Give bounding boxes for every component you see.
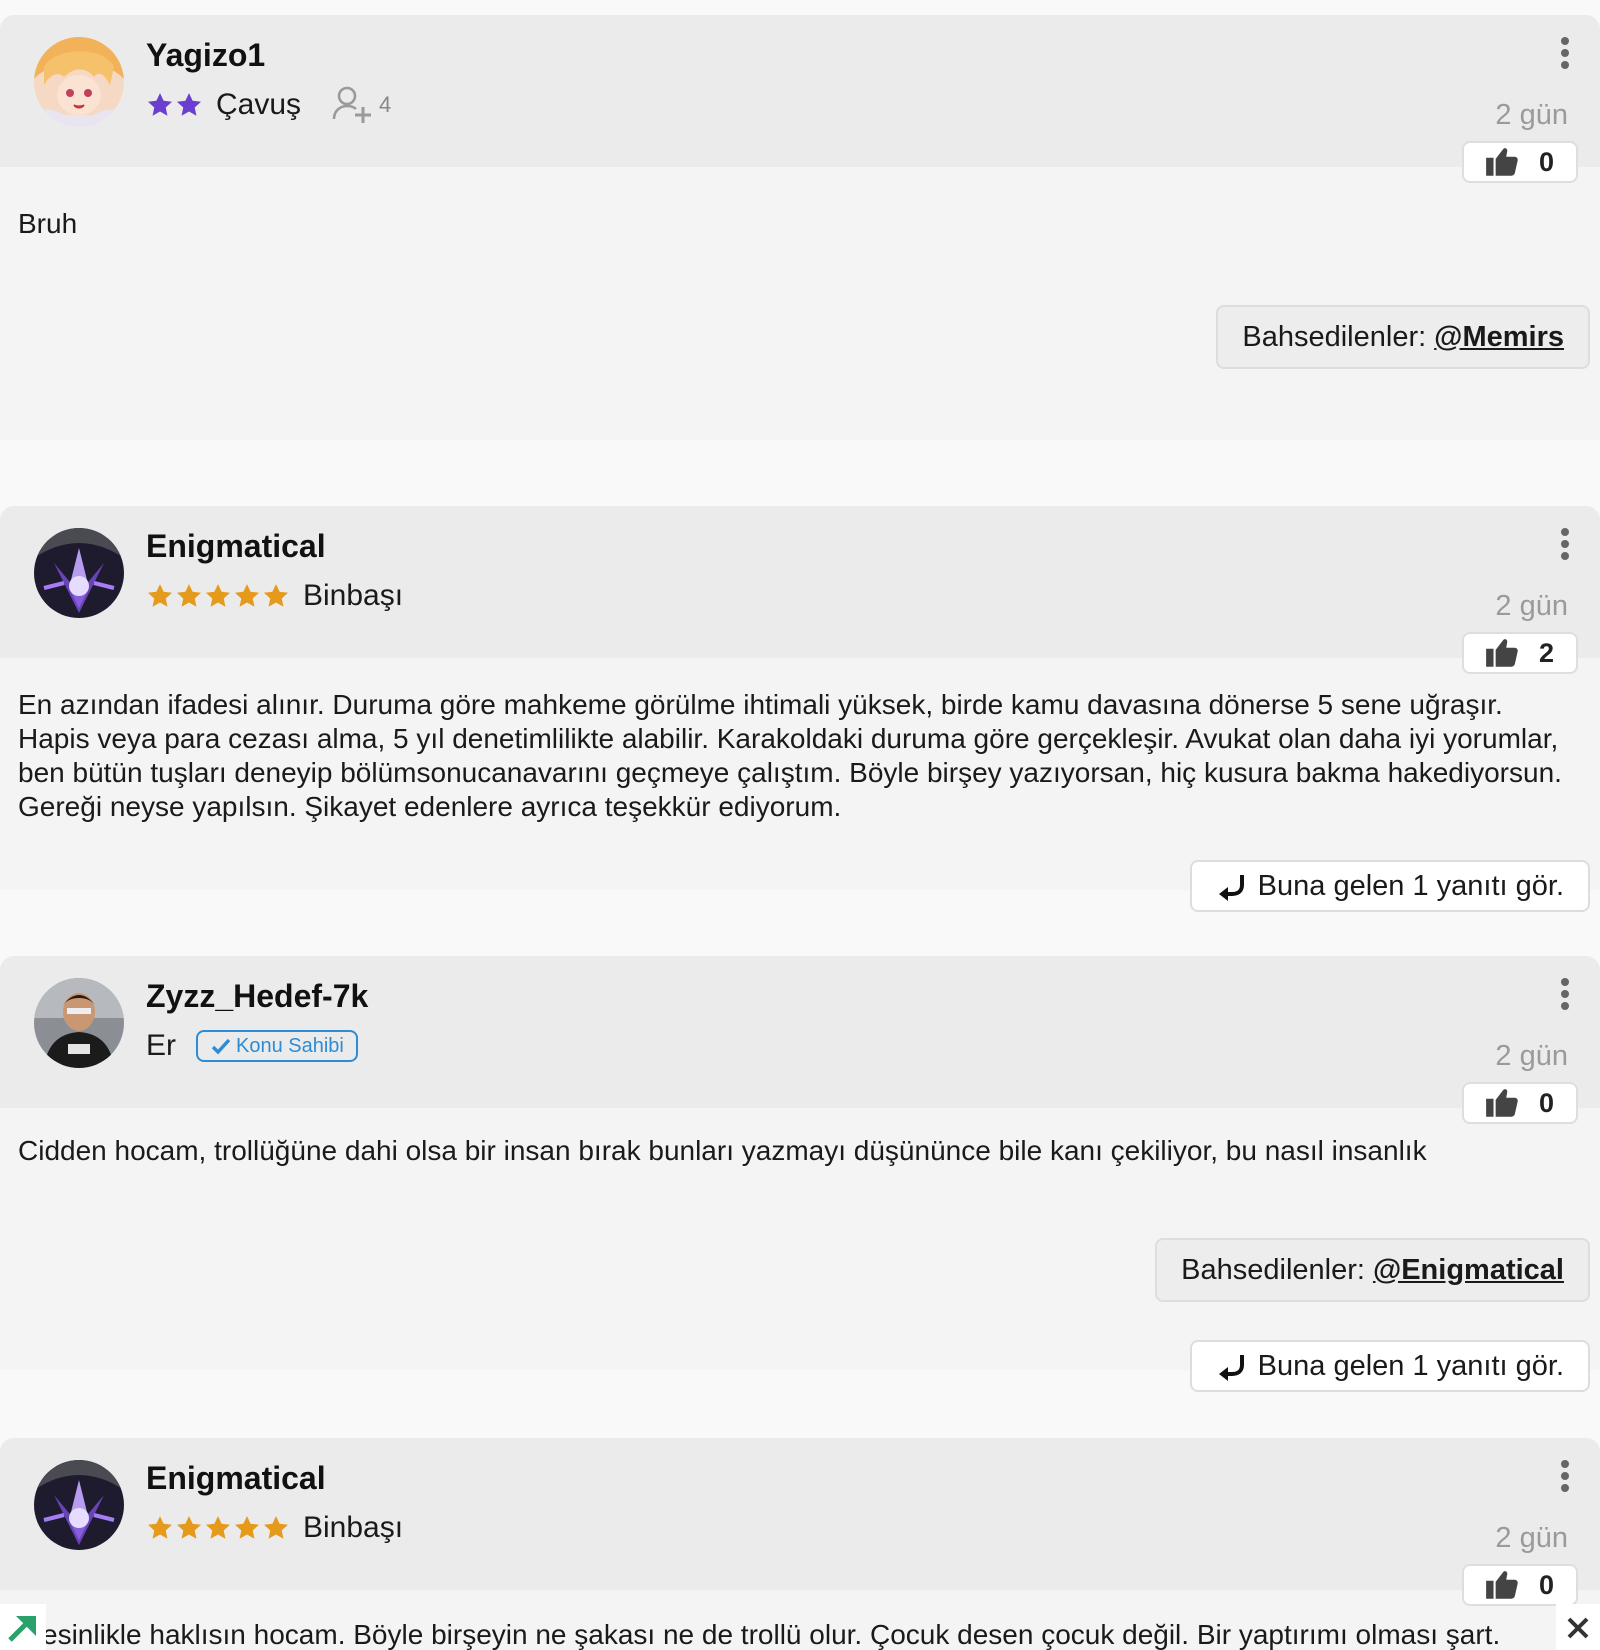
star-icon bbox=[176, 93, 202, 116]
star-icon bbox=[147, 584, 173, 607]
add-user-icon bbox=[332, 86, 372, 123]
username[interactable]: Yagizo1 bbox=[146, 37, 265, 74]
comment-text: Cidden hocam, trollüğüne dahi olsa bir i… bbox=[18, 1135, 1427, 1166]
star-icon bbox=[147, 93, 173, 116]
comment-header: Enigmatical Binbaşı 2 gün 0 bbox=[0, 1438, 1600, 1606]
reply-arrow-icon bbox=[1218, 875, 1244, 901]
timestamp: 2 gün bbox=[1495, 1040, 1568, 1072]
mentions-box: Bahsedilenler: @Memirs bbox=[1216, 305, 1590, 369]
topic-owner-badge: Konu Sahibi bbox=[196, 1030, 358, 1062]
rank-label: Çavuş bbox=[216, 88, 302, 121]
mentions-box: Bahsedilenler: @Enigmatical bbox=[1155, 1238, 1590, 1302]
comment-text: Bruh bbox=[18, 208, 78, 239]
thumbs-up-icon bbox=[1486, 1571, 1518, 1599]
more-options-icon[interactable] bbox=[1550, 1458, 1580, 1498]
star-icon bbox=[234, 1516, 260, 1539]
badge-label: Konu Sahibi bbox=[236, 1034, 344, 1057]
star-icon bbox=[263, 1516, 289, 1539]
follow-count: 4 bbox=[379, 92, 392, 117]
comment-text: En azından ifadesi alınır. Duruma göre m… bbox=[18, 689, 1562, 822]
like-button[interactable]: 2 bbox=[1462, 632, 1578, 674]
comment-feed: Yagizo1 Çavuş 4 2 gün 0 Bruh Bahsedilenl… bbox=[0, 0, 1600, 1650]
thumbs-up-icon bbox=[1486, 148, 1518, 176]
timestamp: 2 gün bbox=[1495, 590, 1568, 622]
thumbs-up-icon bbox=[1486, 639, 1518, 667]
rank-label: Binbaşı bbox=[303, 579, 404, 612]
view-replies-label: Buna gelen 1 yanıtı gör. bbox=[1257, 1349, 1564, 1382]
comment-text: esinlikle haklısın hocam. Böyle birşeyin… bbox=[42, 1619, 1501, 1650]
close-icon[interactable] bbox=[1556, 1604, 1600, 1650]
scroll-arrow-icon[interactable] bbox=[0, 1604, 46, 1650]
comment-card: Zyzz_Hedef-7k Er Konu Sahibi 2 gün 0 Cid… bbox=[0, 956, 1600, 1392]
comment-card: Yagizo1 Çavuş 4 2 gün 0 Bruh Bahsedilenl… bbox=[0, 15, 1600, 440]
rank-stars bbox=[146, 91, 204, 119]
username[interactable]: Zyzz_Hedef-7k bbox=[146, 978, 368, 1015]
comment-card: Enigmatical Binbaşı 2 gün 0 esinlikle ha… bbox=[0, 1438, 1600, 1650]
rank-stars bbox=[146, 1514, 291, 1542]
rank-row: Er Konu Sahibi bbox=[146, 1024, 358, 1068]
mentions-label: Bahsedilenler: bbox=[1181, 1253, 1365, 1286]
like-button[interactable]: 0 bbox=[1462, 141, 1578, 183]
star-icon bbox=[176, 1516, 202, 1539]
rank-row: Binbaşı bbox=[146, 1506, 403, 1550]
avatar[interactable] bbox=[34, 978, 124, 1068]
like-count: 0 bbox=[1538, 146, 1554, 177]
avatar[interactable] bbox=[34, 1460, 124, 1550]
star-icon bbox=[147, 1516, 173, 1539]
comment-header: Zyzz_Hedef-7k Er Konu Sahibi 2 gün 0 bbox=[0, 956, 1600, 1124]
view-replies-label: Buna gelen 1 yanıtı gör. bbox=[1257, 869, 1564, 902]
star-icon bbox=[205, 584, 231, 607]
like-count: 2 bbox=[1538, 637, 1554, 668]
comment-card: Enigmatical Binbaşı 2 gün 2 En azından i… bbox=[0, 506, 1600, 912]
username[interactable]: Enigmatical bbox=[146, 528, 326, 565]
timestamp: 2 gün bbox=[1495, 1522, 1568, 1554]
rank-row: Binbaşı bbox=[146, 574, 403, 618]
more-options-icon[interactable] bbox=[1550, 976, 1580, 1016]
star-icon bbox=[205, 1516, 231, 1539]
star-icon bbox=[263, 584, 289, 607]
like-count: 0 bbox=[1538, 1569, 1554, 1600]
view-replies-button[interactable]: Buna gelen 1 yanıtı gör. bbox=[1189, 1340, 1590, 1392]
star-icon bbox=[176, 584, 202, 607]
rank-label: Binbaşı bbox=[303, 1511, 404, 1544]
star-icon bbox=[234, 584, 260, 607]
mention-link[interactable]: @Memirs bbox=[1434, 321, 1564, 354]
rank-row: Çavuş 4 bbox=[146, 83, 391, 127]
rank-stars bbox=[146, 582, 291, 610]
reply-arrow-icon bbox=[1218, 1355, 1244, 1381]
timestamp: 2 gün bbox=[1495, 99, 1568, 131]
more-options-icon[interactable] bbox=[1550, 526, 1580, 566]
thumbs-up-icon bbox=[1486, 1089, 1518, 1117]
like-count: 0 bbox=[1538, 1087, 1554, 1118]
like-button[interactable]: 0 bbox=[1462, 1564, 1578, 1606]
follow-button[interactable]: 4 bbox=[331, 83, 391, 127]
avatar[interactable] bbox=[34, 37, 124, 127]
comment-header: Yagizo1 Çavuş 4 2 gün 0 bbox=[0, 15, 1600, 183]
like-button[interactable]: 0 bbox=[1462, 1082, 1578, 1124]
check-icon bbox=[211, 1038, 231, 1055]
mentions-label: Bahsedilenler: bbox=[1242, 320, 1427, 353]
avatar[interactable] bbox=[34, 528, 124, 618]
comment-header: Enigmatical Binbaşı 2 gün 2 bbox=[0, 506, 1600, 674]
mention-link[interactable]: @Enigmatical bbox=[1373, 1254, 1564, 1287]
more-options-icon[interactable] bbox=[1550, 35, 1580, 75]
view-replies-button[interactable]: Buna gelen 1 yanıtı gör. bbox=[1189, 860, 1590, 912]
username[interactable]: Enigmatical bbox=[146, 1460, 326, 1497]
rank-label: Er bbox=[146, 1029, 176, 1062]
